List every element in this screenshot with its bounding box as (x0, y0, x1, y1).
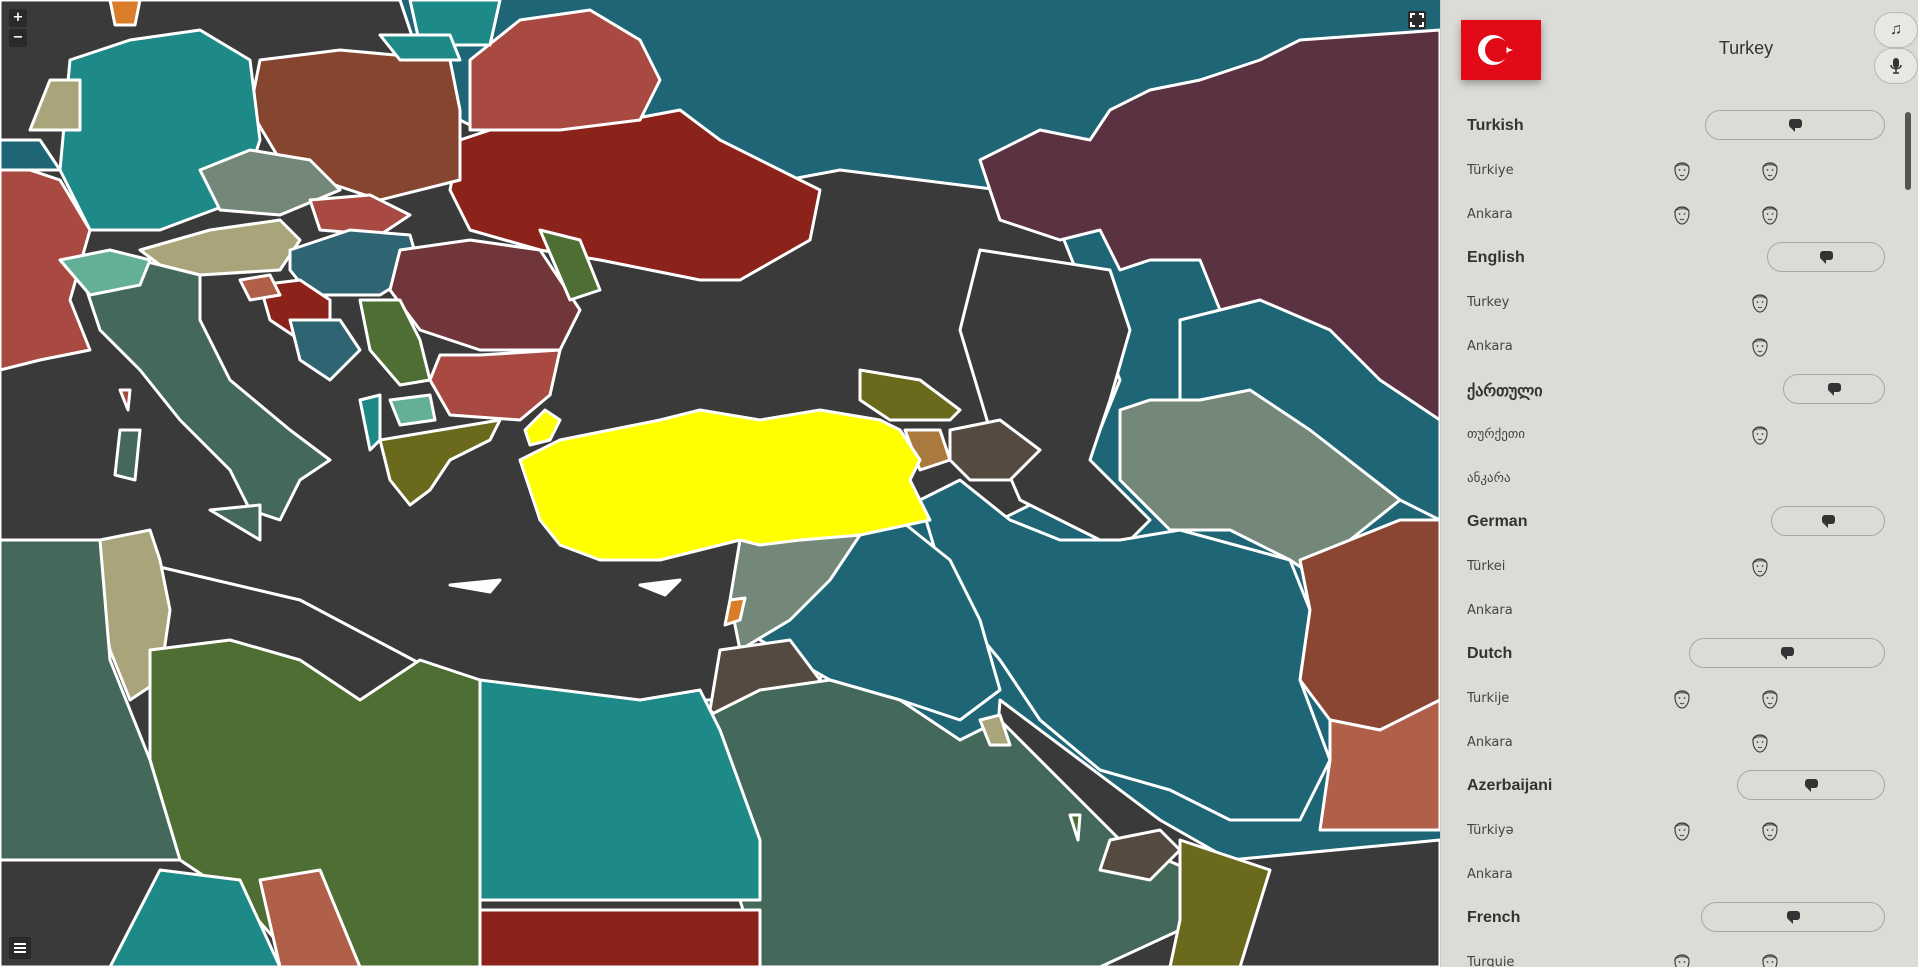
country-title: Turkey (1718, 38, 1774, 58)
voice-avatar-icon[interactable] (1749, 553, 1771, 579)
language-name: ქართული (1467, 383, 1543, 400)
language-block: English Turkey Ankara (1441, 237, 1901, 369)
world-map[interactable]: + − (0, 0, 1440, 967)
word-text: Ankara (1467, 207, 1513, 222)
word-text: თურქეთი (1467, 427, 1525, 442)
music-icon[interactable]: ♫ (1874, 12, 1918, 48)
fullscreen-glyph (1410, 13, 1424, 27)
chat-bubble-icon (1820, 251, 1833, 264)
speak-button[interactable] (1737, 770, 1885, 800)
chat-bubble-icon (1828, 383, 1841, 396)
language-block: Dutch Turkije Ankara (1441, 633, 1901, 765)
language-list[interactable]: Turkish Türkiye Ankara English Turkey Anka… (1441, 105, 1901, 967)
word-row: Ankara (1441, 193, 1901, 237)
language-name: German (1467, 513, 1528, 530)
voice-avatar-icon[interactable] (1671, 157, 1693, 183)
menu-glyph (14, 943, 26, 953)
fullscreen-icon[interactable] (1408, 11, 1426, 29)
word-text: ანკარა (1467, 471, 1511, 486)
country-sudan (478, 908, 762, 967)
zoom-in-button[interactable]: + (9, 9, 27, 27)
country-belarus (468, 8, 662, 132)
country-panel: Turkey ♫ Turkish Türkiye Ankara English T (1440, 0, 1918, 967)
language-header: ქართული (1441, 369, 1901, 413)
speak-button[interactable] (1783, 374, 1885, 404)
voice-avatar-icon[interactable] (1749, 421, 1771, 447)
language-name: Turkish (1467, 117, 1524, 134)
country-macedonia (388, 393, 437, 427)
word-row: Ankara (1441, 721, 1901, 765)
word-text: Turquie (1467, 955, 1515, 967)
language-header: French (1441, 897, 1901, 941)
language-block: ქართული თურქეთი ანკარა (1441, 369, 1901, 501)
speak-button[interactable] (1705, 110, 1885, 140)
zoom-out-button[interactable]: − (9, 29, 27, 47)
word-row: Turkey (1441, 281, 1901, 325)
language-block: French Turquie (1441, 897, 1901, 967)
voice-avatar-icon[interactable] (1759, 817, 1781, 843)
word-row: ანკარა (1441, 457, 1901, 501)
word-row: Turkije (1441, 677, 1901, 721)
voice-avatar-icon[interactable] (1749, 333, 1771, 359)
voice-avatar-icon[interactable] (1671, 817, 1693, 843)
word-text: Türkiyə (1467, 823, 1514, 838)
scrollbar[interactable] (1905, 112, 1911, 190)
language-header: German (1441, 501, 1901, 545)
speak-button[interactable] (1767, 242, 1885, 272)
voice-avatar-icon[interactable] (1759, 201, 1781, 227)
turkey-flag (1461, 20, 1541, 80)
word-text: Turkije (1467, 691, 1510, 706)
word-row: თურქეთი (1441, 413, 1901, 457)
language-name: French (1467, 909, 1521, 926)
word-text: Ankara (1467, 735, 1513, 750)
speak-button[interactable] (1771, 506, 1885, 536)
word-row: Türkei (1441, 545, 1901, 589)
menu-icon[interactable] (9, 937, 31, 959)
language-header: English (1441, 237, 1901, 281)
language-name: English (1467, 249, 1525, 266)
chat-bubble-icon (1787, 911, 1800, 924)
speak-button[interactable] (1689, 638, 1885, 668)
speak-button[interactable] (1701, 902, 1885, 932)
word-text: Ankara (1467, 603, 1513, 618)
country-sweden-top (108, 0, 142, 27)
language-name: Azerbaijani (1467, 777, 1553, 794)
word-text: Ankara (1467, 867, 1513, 882)
voice-avatar-icon[interactable] (1759, 685, 1781, 711)
voice-avatar-icon[interactable] (1671, 201, 1693, 227)
word-row: Türkiyə (1441, 809, 1901, 853)
chat-bubble-icon (1805, 779, 1818, 792)
language-name: Dutch (1467, 645, 1513, 662)
word-text: Ankara (1467, 339, 1513, 354)
flag-emblem (1478, 35, 1513, 65)
word-row: Ankara (1441, 325, 1901, 369)
chat-bubble-icon (1789, 119, 1802, 132)
language-header: Azerbaijani (1441, 765, 1901, 809)
language-header: Dutch (1441, 633, 1901, 677)
voice-avatar-icon[interactable] (1749, 729, 1771, 755)
mic-icon[interactable] (1874, 48, 1918, 84)
voice-avatar-icon[interactable] (1759, 157, 1781, 183)
mic-glyph (1890, 58, 1902, 74)
voice-avatar-icon[interactable] (1749, 289, 1771, 315)
word-row: Ankara (1441, 589, 1901, 633)
voice-avatar-icon[interactable] (1671, 685, 1693, 711)
language-header: Turkish (1441, 105, 1901, 149)
country-sardinia (113, 428, 142, 482)
language-block: Turkish Türkiye Ankara (1441, 105, 1901, 237)
voice-avatar-icon[interactable] (1759, 949, 1781, 967)
word-text: Türkei (1467, 559, 1506, 574)
word-row: Ankara (1441, 853, 1901, 897)
language-block: Azerbaijani Türkiyə Ankara (1441, 765, 1901, 897)
word-row: Turquie (1441, 941, 1901, 967)
map-canvas[interactable] (0, 0, 1440, 967)
word-text: Turkey (1467, 295, 1510, 310)
word-text: Türkiye (1467, 163, 1514, 178)
word-row: Türkiye (1441, 149, 1901, 193)
voice-avatar-icon[interactable] (1671, 949, 1693, 967)
chat-bubble-icon (1822, 515, 1835, 528)
country-afghanistan (1298, 518, 1440, 732)
language-block: German Türkei Ankara (1441, 501, 1901, 633)
chat-bubble-icon (1781, 647, 1794, 660)
